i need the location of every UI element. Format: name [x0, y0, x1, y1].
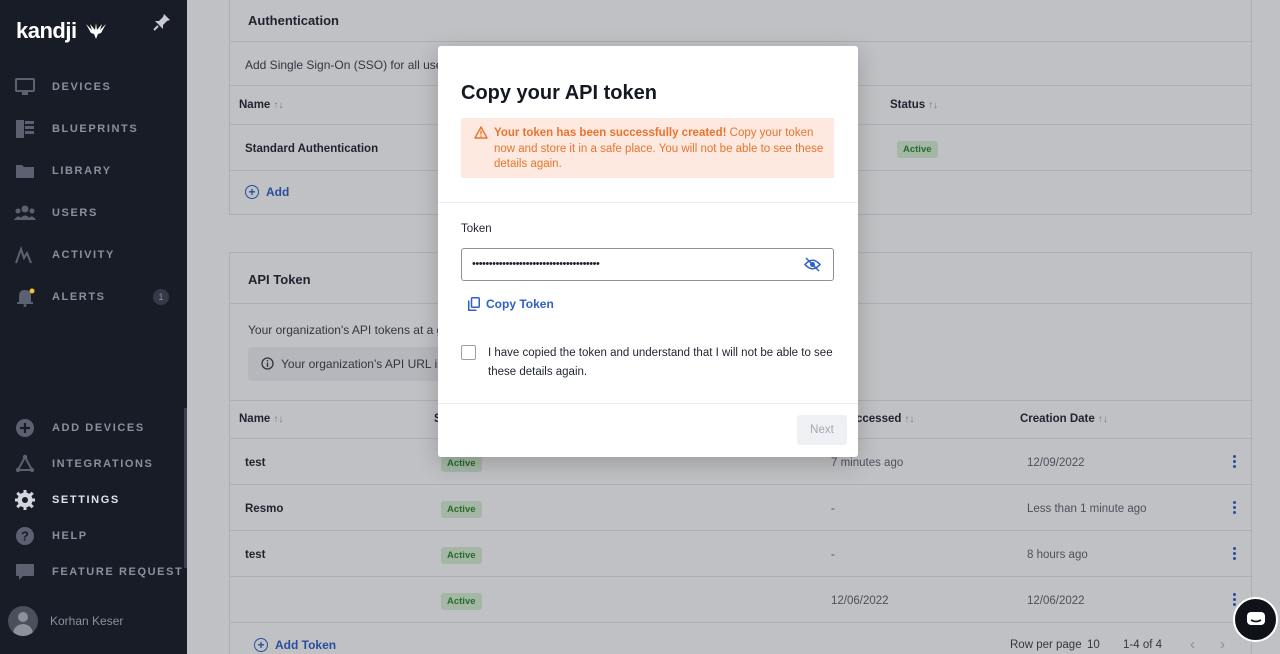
- kandji-logo[interactable]: kandji: [16, 18, 108, 44]
- copy-icon: [468, 297, 480, 311]
- sidebar-item-help[interactable]: ? HELP: [0, 523, 187, 549]
- modal-title: Copy your API token: [461, 82, 657, 104]
- sidebar-item-library[interactable]: LIBRARY: [0, 158, 187, 184]
- activity-icon: [14, 244, 36, 266]
- sidebar-item-feature-request[interactable]: FEATURE REQUEST: [0, 559, 187, 585]
- chat-bubble-icon: [14, 561, 36, 583]
- users-icon: [14, 202, 36, 224]
- gear-icon: [14, 489, 36, 511]
- integrations-icon: [14, 453, 36, 475]
- sidebar-item-label: HELP: [52, 530, 88, 542]
- sidebar-item-label: DEVICES: [52, 81, 112, 93]
- pin-icon[interactable]: [152, 12, 172, 37]
- logo-bird-icon: [85, 23, 106, 39]
- acknowledge-checkbox[interactable]: [461, 345, 476, 360]
- token-label: Token: [461, 223, 492, 235]
- avatar: [8, 606, 38, 636]
- svg-text:?: ?: [21, 529, 29, 544]
- user-name: Korhan Keser: [50, 614, 124, 628]
- sidebar: kandji DEVICES BLUEPRINTS LIBRARY USERS …: [0, 0, 187, 654]
- sidebar-item-add-devices[interactable]: ADD DEVICES: [0, 415, 187, 441]
- sidebar-item-label: INTEGRATIONS: [52, 458, 154, 470]
- token-field[interactable]: ••••••••••••••••••••••••••••••••••••••: [461, 248, 834, 281]
- sidebar-item-label: ADD DEVICES: [52, 422, 145, 434]
- sidebar-item-label: ALERTS: [52, 291, 106, 303]
- eye-slash-icon[interactable]: [803, 257, 822, 277]
- sidebar-item-label: LIBRARY: [52, 165, 112, 177]
- sidebar-item-integrations[interactable]: INTEGRATIONS: [0, 451, 187, 477]
- sidebar-item-blueprints[interactable]: BLUEPRINTS: [0, 116, 187, 142]
- next-button[interactable]: Next: [797, 415, 847, 445]
- sidebar-item-alerts[interactable]: ALERTS 1: [0, 284, 187, 310]
- user-profile[interactable]: Korhan Keser: [8, 606, 123, 636]
- support-chat-button[interactable]: [1233, 597, 1278, 642]
- warning-icon: [474, 126, 488, 144]
- acknowledge-text[interactable]: I have copied the token and understand t…: [488, 344, 838, 381]
- blueprint-icon: [14, 118, 36, 140]
- sidebar-item-devices[interactable]: DEVICES: [0, 74, 187, 100]
- success-alert: Your token has been successfully created…: [461, 118, 834, 178]
- sidebar-item-label: USERS: [52, 207, 98, 219]
- sidebar-item-activity[interactable]: ACTIVITY: [0, 242, 187, 268]
- logo-text: kandji: [16, 18, 77, 43]
- sidebar-item-settings[interactable]: SETTINGS: [0, 487, 187, 513]
- sidebar-item-label: SETTINGS: [52, 494, 120, 506]
- sidebar-item-label: FEATURE REQUEST: [52, 566, 184, 578]
- sidebar-item-users[interactable]: USERS: [0, 200, 187, 226]
- sidebar-item-label: BLUEPRINTS: [52, 123, 139, 135]
- copy-token-button[interactable]: Copy Token: [468, 297, 554, 311]
- bell-icon: [14, 286, 36, 308]
- chat-icon: [1246, 611, 1265, 625]
- plus-circle-icon: [14, 417, 36, 439]
- sidebar-item-label: ACTIVITY: [52, 249, 115, 261]
- folder-icon: [14, 160, 36, 182]
- token-value: ••••••••••••••••••••••••••••••••••••••: [472, 258, 600, 270]
- alert-title: Your token has been successfully created…: [494, 127, 727, 139]
- monitor-icon: [14, 76, 36, 98]
- help-icon: ?: [14, 525, 36, 547]
- copy-token-modal: Copy your API token Your token has been …: [438, 46, 858, 457]
- alerts-count-badge: 1: [153, 289, 169, 305]
